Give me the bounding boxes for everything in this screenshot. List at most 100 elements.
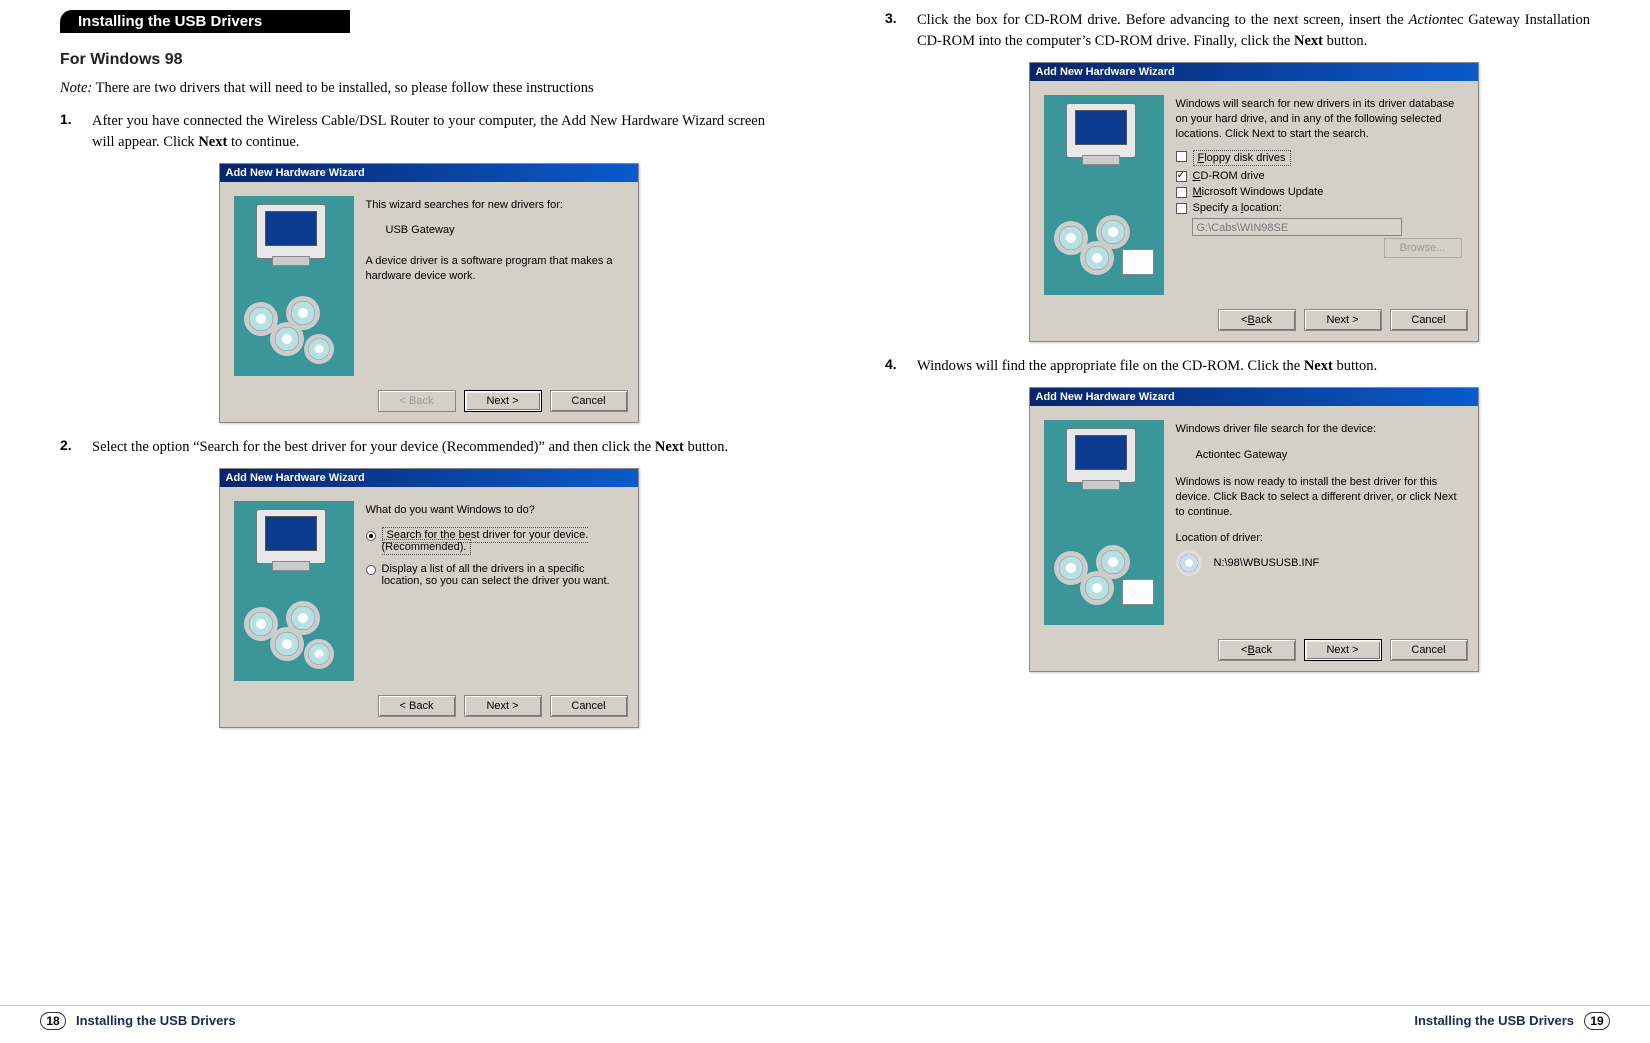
step-2: 2. Select the option “Search for the bes…	[60, 437, 765, 458]
step-text-b: button.	[684, 439, 728, 455]
dialog-content: Windows will search for new drivers in i…	[1176, 95, 1464, 295]
note-body: There are two drivers that will need to …	[92, 80, 593, 96]
monitor-base-icon	[1082, 155, 1120, 165]
radio-option-search[interactable]: Search for the best driver for your devi…	[366, 529, 624, 553]
step-text-b: button.	[1333, 358, 1377, 374]
monitor-icon	[256, 204, 326, 259]
page-18: Installing the USB Drivers For Windows 9…	[0, 0, 825, 1043]
page-footer: Installing the USB Drivers 19	[825, 1005, 1650, 1035]
step-number: 1.	[60, 111, 92, 153]
checkbox-specify-location[interactable]: Specify a location:	[1176, 202, 1464, 214]
add-hardware-dialog-4: Add New Hardware Wizard Windows driver f…	[1029, 387, 1479, 672]
browse-button[interactable]: Browse...	[1384, 238, 1462, 258]
dialog-content: This wizard searches for new drivers for…	[366, 196, 624, 376]
monitor-base-icon	[1082, 480, 1120, 490]
checkbox-floppy[interactable]: Floppy disk drives	[1176, 150, 1464, 166]
checkbox-icon	[1176, 203, 1187, 214]
dialog-titlebar: Add New Hardware Wizard	[220, 469, 638, 487]
cd-icon	[304, 334, 334, 364]
cd-icon	[1176, 550, 1202, 576]
dialog-content: What do you want Windows to do? Search f…	[366, 501, 624, 681]
radio-option-list[interactable]: Display a list of all the drivers in a s…	[366, 563, 624, 587]
dialog-line-intro: This wizard searches for new drivers for…	[366, 198, 624, 213]
dialog-description: A device driver is a software program th…	[366, 254, 624, 284]
document-icon	[1122, 579, 1154, 605]
back-button[interactable]: < Back	[378, 390, 456, 412]
footer-label: Installing the USB Drivers	[1414, 1013, 1574, 1028]
back-button[interactable]: < Back	[1218, 639, 1296, 661]
monitor-icon	[1066, 103, 1136, 158]
step-text: Windows will find the appropriate file o…	[917, 356, 1590, 377]
section-title: Installing the USB Drivers	[60, 10, 350, 33]
next-button[interactable]: Next >	[1304, 309, 1382, 331]
step-text: After you have connected the Wireless Ca…	[92, 111, 765, 153]
back-button[interactable]: < Back	[378, 695, 456, 717]
radio-label: Search for the best driver for your devi…	[382, 529, 589, 553]
dialog-button-row: < Back Next > Cancel	[1030, 301, 1478, 341]
checkbox-icon	[1176, 151, 1187, 162]
monitor-base-icon	[272, 561, 310, 571]
step-number: 3.	[885, 10, 917, 52]
screenshot-step2: Add New Hardware Wizard What do you want…	[92, 468, 765, 728]
dialog-titlebar: Add New Hardware Wizard	[1030, 63, 1478, 81]
step-text-bold: Next	[1304, 358, 1333, 374]
cancel-button[interactable]: Cancel	[550, 390, 628, 412]
checkbox-icon: ✓	[1176, 171, 1187, 182]
screenshot-step1: Add New Hardware Wizard This wizard sear…	[92, 163, 765, 423]
dialog-illustration	[234, 501, 354, 681]
footer-label: Installing the USB Drivers	[76, 1013, 236, 1028]
checkbox-label: Microsoft Windows Update	[1193, 186, 1324, 198]
step-text-a: Click the box for CD-ROM drive. Before a…	[917, 12, 1409, 28]
checkbox-cdrom[interactable]: ✓ CD-ROM drive	[1176, 170, 1464, 182]
step-text-bold: Next	[198, 134, 227, 150]
checkbox-windows-update[interactable]: Microsoft Windows Update	[1176, 186, 1464, 198]
monitor-icon	[1066, 428, 1136, 483]
radio-label: Display a list of all the drivers in a s…	[382, 563, 624, 587]
cd-icon	[304, 639, 334, 669]
step-number: 4.	[885, 356, 917, 377]
dialog-button-row: < Back Next > Cancel	[1030, 631, 1478, 671]
dialog-button-row: < Back Next > Cancel	[220, 382, 638, 422]
checkbox-icon	[1176, 187, 1187, 198]
back-button[interactable]: < Back	[1218, 309, 1296, 331]
step-3: 3. Click the box for CD-ROM drive. Befor…	[885, 10, 1590, 52]
dialog-line-search: Windows driver file search for the devic…	[1176, 422, 1464, 437]
cancel-button[interactable]: Cancel	[1390, 309, 1468, 331]
radio-text-a: Search for the best driver for your devi…	[387, 529, 589, 541]
dialog-titlebar: Add New Hardware Wizard	[220, 164, 638, 182]
step-number: 2.	[60, 437, 92, 458]
dialog-illustration	[234, 196, 354, 376]
checkbox-label: CD-ROM drive	[1193, 170, 1265, 182]
checkbox-label: Specify a location:	[1193, 202, 1282, 214]
next-button[interactable]: Next >	[1304, 639, 1382, 661]
cd-icon	[1096, 215, 1130, 249]
document-icon	[1122, 249, 1154, 275]
next-button[interactable]: Next >	[464, 695, 542, 717]
add-hardware-dialog-2: Add New Hardware Wizard What do you want…	[219, 468, 639, 728]
screenshot-step3: Add New Hardware Wizard Windows will sea…	[917, 62, 1590, 342]
location-input[interactable]: G:\Cabs\WIN98SE	[1192, 218, 1402, 236]
page-footer: 18 Installing the USB Drivers	[0, 1005, 825, 1035]
step-text-bold: Next	[655, 439, 684, 455]
step-text-italic: Action	[1409, 12, 1447, 28]
subhead-windows98: For Windows 98	[60, 51, 765, 69]
step-4: 4. Windows will find the appropriate fil…	[885, 356, 1590, 377]
monitor-icon	[256, 509, 326, 564]
step-text: Click the box for CD-ROM drive. Before a…	[917, 10, 1590, 52]
step-text-a: After you have connected the Wireless Ca…	[92, 113, 765, 150]
cd-icon	[286, 601, 320, 635]
driver-location: N:\98\WBUSUSB.INF	[1176, 550, 1464, 576]
location-label: Location of driver:	[1176, 531, 1464, 546]
dialog-prompt: What do you want Windows to do?	[366, 503, 624, 518]
checkbox-label: Floppy disk drives	[1193, 150, 1291, 166]
screenshot-step4: Add New Hardware Wizard Windows driver f…	[917, 387, 1590, 672]
dialog-illustration	[1044, 95, 1164, 295]
cancel-button[interactable]: Cancel	[550, 695, 628, 717]
next-button[interactable]: Next >	[464, 390, 542, 412]
add-hardware-dialog-1: Add New Hardware Wizard This wizard sear…	[219, 163, 639, 423]
cancel-button[interactable]: Cancel	[1390, 639, 1468, 661]
dialog-content: Windows driver file search for the devic…	[1176, 420, 1464, 625]
cd-icon	[286, 296, 320, 330]
driver-path: N:\98\WBUSUSB.INF	[1214, 557, 1320, 569]
radio-icon	[366, 531, 376, 541]
